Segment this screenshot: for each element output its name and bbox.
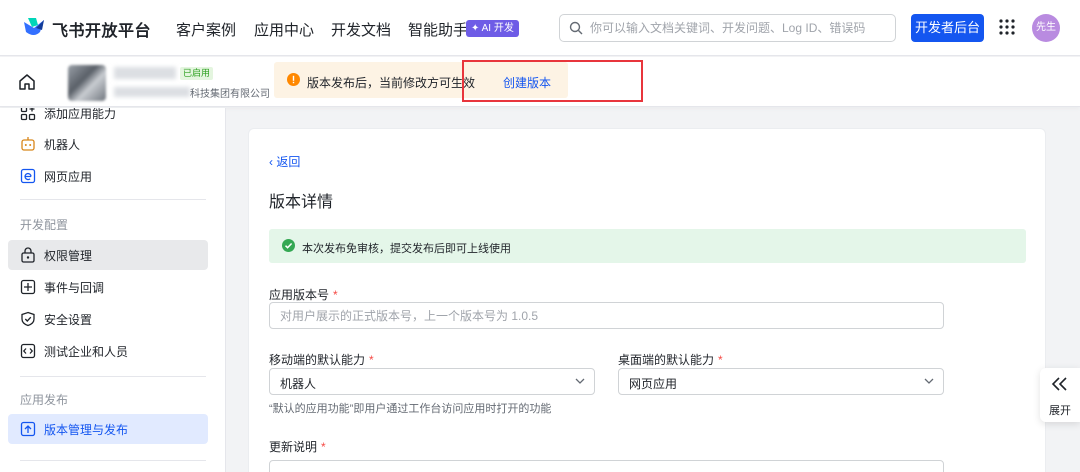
mobile-default-value: 机器人 [280,377,317,391]
robot-icon [21,137,35,151]
chevron-down-icon [575,378,585,384]
code-icon [20,343,36,359]
success-notice-text: 本次发布免审核，提交发布后即可上线使用 [302,243,511,255]
company-name: 科技集团有限公司 [190,89,270,100]
event-callback-icon [20,279,36,295]
app-status-badge: 已启用 [180,67,214,80]
app-grid-icon[interactable] [999,19,1015,35]
user-avatar[interactable]: 先生 [1032,14,1060,42]
top-navigation-bar: 飞书开放平台 客户案例 应用中心 开发文档 智能助手 ✦ AI 开发 开发者后台… [0,0,1080,56]
sidebar-divider [20,460,206,461]
default-capability-hint: “默认的应用功能”即用户通过工作台访问应用时打开的功能 [269,403,552,415]
sidebar-item-add-capability[interactable]: 添加应用能力 [8,108,208,128]
sidebar-item-events[interactable]: 事件与回调 [8,272,208,302]
required-mark: * [321,440,326,454]
desktop-default-label: 桌面端的默认能力 * [618,353,723,367]
sidebar-item-label: 网页应用 [44,170,93,184]
sidebar-item-version-release[interactable]: 版本管理与发布 [8,414,208,444]
version-number-label: 应用版本号 * [269,288,338,302]
sidebar-divider [20,199,206,200]
sidebar-item-label: 测试企业和人员 [44,345,129,359]
expand-label: 展开 [1049,405,1071,417]
web-app-icon [20,168,36,184]
brand-name[interactable]: 飞书开放平台 [52,17,151,41]
sidebar-item-label: 安全设置 [44,313,93,327]
sidebar-item-label: 版本管理与发布 [44,423,129,437]
sidebar-item-label: 权限管理 [44,249,93,263]
version-number-input[interactable] [269,302,944,329]
nav-customer-cases[interactable]: 客户案例 [176,19,236,40]
update-notes-label: 更新说明 * [269,440,326,454]
double-chevron-left-icon [1051,377,1067,391]
search-icon [569,21,583,35]
sidebar-item-label: 机器人 [44,138,81,152]
ai-dev-badge: ✦ AI 开发 [466,20,519,37]
release-notice-text: 版本发布后，当前修改方可生效 [307,76,476,90]
back-label: 返回 [276,155,301,169]
lock-icon [21,247,35,263]
sidebar-item-security[interactable]: 安全设置 [8,304,208,334]
desktop-default-value: 网页应用 [629,377,678,391]
sidebar: 添加应用能力 机器人 网页应用 开发配置 权限管理 事件与回调 安全设置 测试企… [0,108,226,472]
shield-icon [21,311,35,327]
app-avatar-icon [68,65,106,101]
add-capability-icon [20,108,36,121]
sidebar-item-bot[interactable]: 机器人 [8,129,208,159]
sidebar-item-label: 添加应用能力 [44,108,117,121]
nav-smart-assistant[interactable]: 智能助手 [408,19,468,40]
home-icon[interactable] [18,73,36,91]
sidebar-group-release: 应用发布 [20,393,69,407]
app-name-redacted [114,67,176,79]
developer-console-button[interactable]: 开发者后台 [911,14,984,42]
chevron-down-icon [924,378,934,384]
required-mark: * [369,353,374,367]
required-mark: * [718,353,723,367]
sidebar-item-label: 事件与回调 [44,281,105,295]
feishu-logo-icon[interactable] [22,16,46,38]
update-notes-textarea[interactable] [269,460,944,472]
create-version-link[interactable]: 创建版本 [503,74,551,91]
annotation-highlight-box [462,60,643,102]
search-input[interactable] [590,18,890,38]
warning-icon [287,73,300,86]
back-link[interactable]: ‹ 返回 [269,153,300,170]
sidebar-divider [20,376,206,377]
sidebar-item-web-app[interactable]: 网页应用 [8,161,208,191]
nav-dev-docs[interactable]: 开发文档 [331,19,391,40]
page-title: 版本详情 [269,194,334,211]
upload-icon [20,421,36,437]
check-circle-icon [282,239,295,252]
sidebar-item-test-enterprise[interactable]: 测试企业和人员 [8,336,208,366]
mobile-default-label: 移动端的默认能力 * [269,353,374,367]
sidebar-group-dev-config: 开发配置 [20,218,69,232]
sidebar-item-permissions[interactable]: 权限管理 [8,240,208,270]
mobile-default-select[interactable]: 机器人 [269,368,595,395]
nav-app-center[interactable]: 应用中心 [254,19,314,40]
version-detail-card [248,128,1046,472]
required-mark: * [333,288,338,302]
search-box[interactable] [559,14,896,42]
desktop-default-select[interactable]: 网页应用 [618,368,944,395]
company-name-redacted [114,87,190,97]
